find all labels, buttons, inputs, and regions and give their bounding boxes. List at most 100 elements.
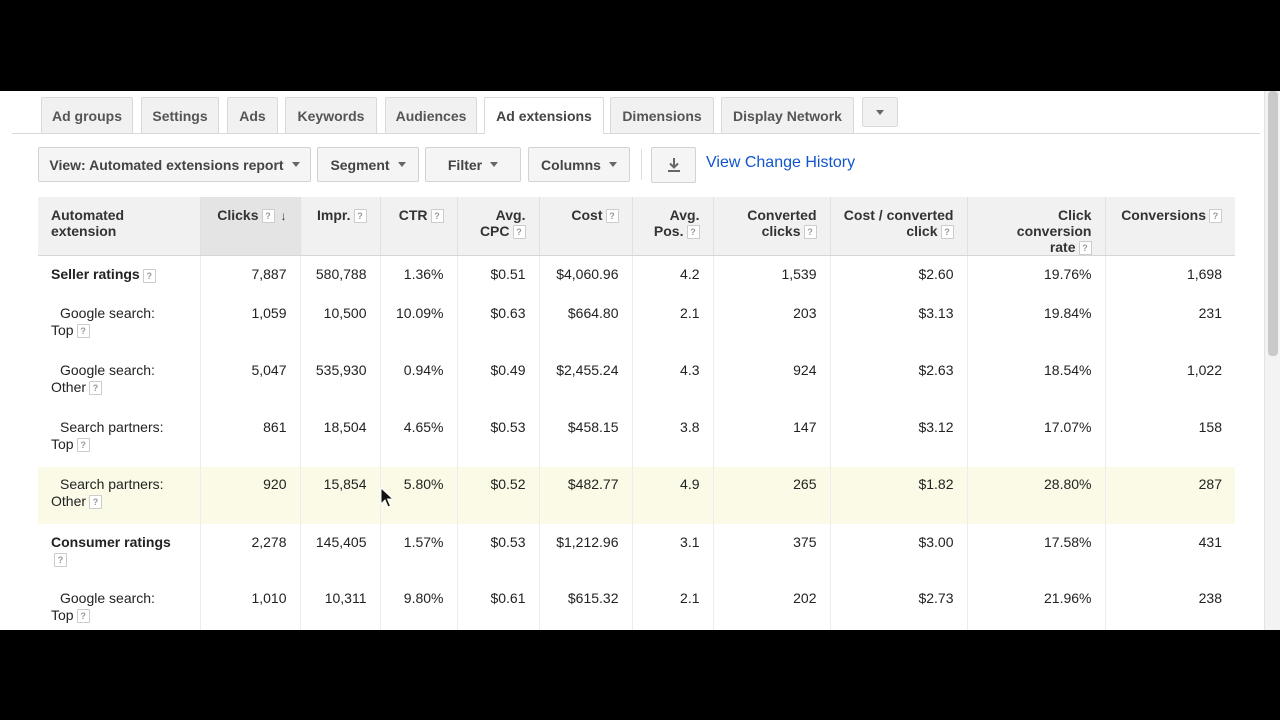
columns-label: Columns [541,156,601,173]
conversion-rate-cell: 19.84% [967,295,1106,353]
download-button[interactable] [651,147,696,183]
cost-per-conv-cell: $1.82 [830,466,968,524]
help-icon[interactable]: ? [261,209,275,224]
avg-cpc-cell: $0.53 [457,409,540,467]
tab-keywords[interactable]: Keywords [285,97,377,133]
view-label: View: Automated extensions report [49,156,284,173]
avg-cpc-cell: $0.49 [457,352,540,410]
col-click-conversion-rate[interactable]: Click conversion rate? [967,197,1106,257]
extension-name: Search partners: Top? [38,409,201,467]
help-icon[interactable]: ? [1209,209,1222,224]
help-icon[interactable]: ? [89,495,103,510]
cost-per-conv-cell: $3.00 [830,523,968,581]
col-avg-cpc[interactable]: Avg. CPC? [457,197,540,257]
extension-name: Google search: Top? [38,295,201,353]
col-converted-clicks[interactable]: Converted clicks? [713,197,831,257]
table-row-hovered: Search partners: Other? 920 15,854 5.80% … [38,466,1235,524]
extension-name: Seller ratings? [38,255,201,296]
help-icon[interactable]: ? [76,324,90,339]
filter-dropdown[interactable]: Filter [425,147,521,182]
scrollbar-thumb[interactable] [1268,91,1278,356]
tab-bar: Ad groups Settings Ads Keywords Audience… [12,91,1260,134]
tab-ad-extensions[interactable]: Ad extensions [484,97,604,134]
col-avg-pos[interactable]: Avg. Pos.? [632,197,714,257]
conversions-cell: 1,022 [1186,361,1222,378]
help-icon[interactable]: ? [803,225,817,240]
help-icon[interactable]: ? [54,553,67,568]
filter-label: Filter [447,156,483,173]
col-cost-per-converted-click[interactable]: Cost / converted click? [830,197,968,257]
converted-clicks-cell: 265 [713,466,831,524]
chevron-down-icon [291,162,300,167]
toolbar-divider [641,149,642,180]
col-conversions[interactable]: Conversions? [1105,197,1235,257]
cost-cell: $664.80 [539,295,633,353]
download-icon [667,158,680,172]
help-icon[interactable]: ? [430,209,444,224]
table-row: Consumer ratings? 2,278 145,405 1.57% $0… [38,523,1235,581]
tab-ads[interactable]: Ads [227,97,278,133]
converted-clicks-cell: 202 [713,580,831,630]
impr-cell: 15,854 [300,466,381,524]
tab-ad-groups[interactable]: Ad groups [41,97,133,133]
table-row: Search partners: Top? 861 18,504 4.65% $0… [38,409,1235,467]
ctr-cell: 1.57% [380,523,458,581]
segment-label: Segment [330,156,390,173]
help-icon[interactable]: ? [353,209,367,224]
tab-display-network[interactable]: Display Network [721,97,854,133]
col-impr[interactable]: Impr.? [300,197,381,257]
avg-cpc-cell: $0.61 [457,580,540,630]
clicks-cell: 1,059 [200,295,301,353]
view-change-history-link[interactable]: View Change History [706,154,855,172]
view-dropdown[interactable]: View: Automated extensions report [38,147,311,182]
help-icon[interactable]: ? [142,268,156,283]
tab-audiences[interactable]: Audiences [385,97,477,133]
ctr-cell: 1.36% [380,255,458,296]
help-icon[interactable]: ? [89,381,103,396]
col-clicks[interactable]: Clicks? ↓ [200,197,301,257]
avg-pos-cell: 2.1 [632,295,714,353]
help-icon[interactable]: ? [512,225,526,240]
impr-cell: 580,788 [300,255,381,296]
col-cost[interactable]: Cost? [539,197,633,257]
tab-settings[interactable]: Settings [141,97,219,133]
tab-dimensions[interactable]: Dimensions [610,97,714,133]
columns-dropdown[interactable]: Columns [528,147,630,182]
help-icon[interactable]: ? [1078,241,1092,256]
converted-clicks-cell: 1,539 [713,255,831,296]
cost-cell: $458.15 [539,409,633,467]
extension-name: Google search: Other? [38,352,201,410]
help-icon[interactable]: ? [605,209,619,224]
conversions-cell: 1,698 [1186,266,1222,283]
help-icon[interactable]: ? [76,609,90,624]
impr-cell: 18,504 [300,409,381,467]
extension-name: Consumer ratings? [38,523,201,581]
chevron-down-icon [608,162,617,167]
conversions-cell: 231 [1198,304,1222,321]
clicks-cell: 861 [200,409,301,467]
avg-pos-cell: 3.1 [632,523,714,581]
help-icon[interactable]: ? [940,225,954,240]
help-icon[interactable]: ? [76,438,90,453]
cost-per-conv-cell: $2.73 [830,580,968,630]
table-row: Google search: Top? 1,059 10,500 10.09% $… [38,295,1235,353]
avg-pos-cell: 3.8 [632,409,714,467]
impr-cell: 145,405 [300,523,381,581]
segment-dropdown[interactable]: Segment [317,147,419,182]
conversion-rate-cell: 18.54% [967,352,1106,410]
col-automated-extension[interactable]: Automated extension [38,197,201,257]
chevron-down-icon [876,109,884,115]
converted-clicks-cell: 375 [713,523,831,581]
cost-cell: $4,060.96 [539,255,633,296]
vertical-scrollbar[interactable] [1264,91,1280,630]
automated-extensions-table: Automated extension Clicks? ↓ Impr.? CTR? … [38,197,1235,630]
clicks-cell: 2,278 [200,523,301,581]
clicks-cell: 7,887 [200,255,301,296]
converted-clicks-cell: 147 [713,409,831,467]
more-tabs-button[interactable] [862,97,898,127]
app-window: Ad groups Settings Ads Keywords Audience… [0,91,1280,630]
cost-per-conv-cell: $2.63 [830,352,968,410]
col-ctr[interactable]: CTR? [380,197,458,257]
help-icon[interactable]: ? [686,225,700,240]
avg-pos-cell: 4.3 [632,352,714,410]
